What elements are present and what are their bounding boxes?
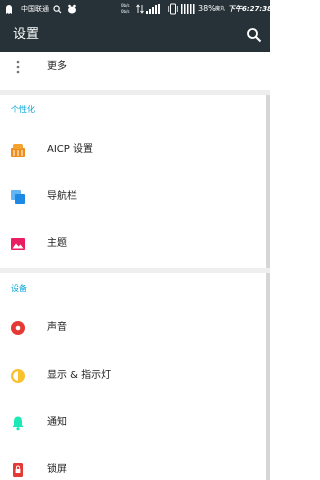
notification-bell-icon [12,416,24,431]
settings-item-label: 声音 [47,322,67,333]
carrier-name: 中国联通 [21,5,49,13]
search-notification-icon [53,5,62,14]
scroll-edge [266,95,270,268]
search-icon[interactable] [246,27,262,43]
app-bar: 设置 [0,18,270,52]
vibrate-icon [168,3,178,15]
settings-item-lock-screen[interactable]: 锁屏 [0,447,270,480]
settings-item-theme[interactable]: 主题 [0,221,270,267]
settings-item-display[interactable]: 显示 & 指示灯 [0,353,270,399]
settings-item-label: 主题 [47,238,67,249]
lock-screen-icon [13,463,23,477]
app-notification-icon [68,4,76,14]
settings-item-label: 通知 [47,417,67,428]
settings-item-more[interactable]: 更多 [0,52,270,82]
section-divider [0,90,270,95]
notification-ghost-icon [6,5,12,14]
aicp-icon [11,144,25,157]
page-title: 设置 [13,27,40,42]
display-icon [11,369,25,383]
more-vert-icon [16,60,20,74]
data-arrows-icon [136,4,144,14]
battery-percent: 38% [198,4,216,13]
settings-item-label: 更多 [47,61,67,72]
sound-icon [11,321,25,335]
settings-item-sound[interactable]: 声音 [0,305,270,351]
settings-item-aicp[interactable]: AICP 设置 [0,127,270,173]
navigation-bar-icon [11,190,25,204]
signal-strength-icon [146,4,160,14]
theme-icon [11,238,25,250]
settings-item-label: 导航栏 [47,191,77,202]
section-header-device: 设备 [11,284,27,293]
scroll-edge [266,273,270,480]
settings-item-label: AICP 设置 [47,144,93,155]
status-bar: 中国联通 0b/s 0b/s 38% 魔丸 下午6:27:38 [0,0,270,18]
net-speed: 0b/s 0b/s [121,3,130,14]
settings-item-label: 锁屏 [47,464,67,475]
settings-item-notifications[interactable]: 通知 [0,400,270,446]
settings-screen: 中国联通 0b/s 0b/s 38% 魔丸 下午6:27:38 设置 更多 个性… [0,0,270,480]
settings-item-label: 显示 & 指示灯 [47,370,112,381]
section-divider [0,268,270,273]
settings-item-navigation-bar[interactable]: 导航栏 [0,174,270,220]
section-header-personalization: 个性化 [11,105,35,114]
status-tag: 魔丸 [215,6,226,12]
bars-icon [181,4,195,14]
clock: 下午6:27:38 [228,5,270,13]
